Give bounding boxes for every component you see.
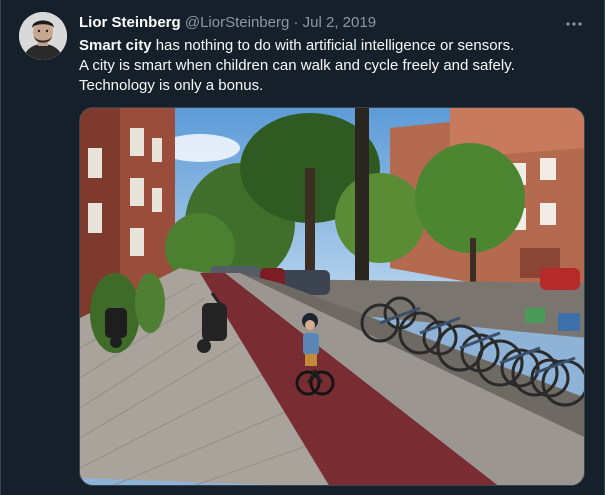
street-photo: [80, 108, 584, 485]
tweet-text-line-1: Smart city has nothing to do with artifi…: [79, 36, 589, 56]
separator-dot: ·: [293, 14, 299, 31]
tweet-header: Lior Steinberg @LiorSteinberg · Jul 2, 2…: [79, 13, 376, 33]
more-horizontal-icon: [566, 22, 582, 26]
tweet-text-bold: Smart city: [79, 37, 152, 54]
tweet-card[interactable]: Lior Steinberg @LiorSteinberg · Jul 2, 2…: [0, 0, 605, 495]
display-name[interactable]: Lior Steinberg: [79, 14, 181, 31]
user-handle[interactable]: @LiorSteinberg: [185, 14, 289, 31]
avatar-image: [19, 12, 67, 60]
avatar[interactable]: [19, 12, 67, 60]
tweet-photo[interactable]: [79, 107, 585, 486]
tweet-text: Smart city has nothing to do with artifi…: [79, 36, 589, 96]
tweet-date[interactable]: Jul 2, 2019: [303, 14, 376, 31]
tweet-text-line-3: Technology is only a bonus.: [79, 77, 264, 94]
more-options-button[interactable]: [564, 14, 584, 34]
tweet-text-line-2: A city is smart when children can walk a…: [79, 57, 515, 74]
tweet-text-line-1-rest: has nothing to do with artificial intell…: [151, 37, 515, 54]
